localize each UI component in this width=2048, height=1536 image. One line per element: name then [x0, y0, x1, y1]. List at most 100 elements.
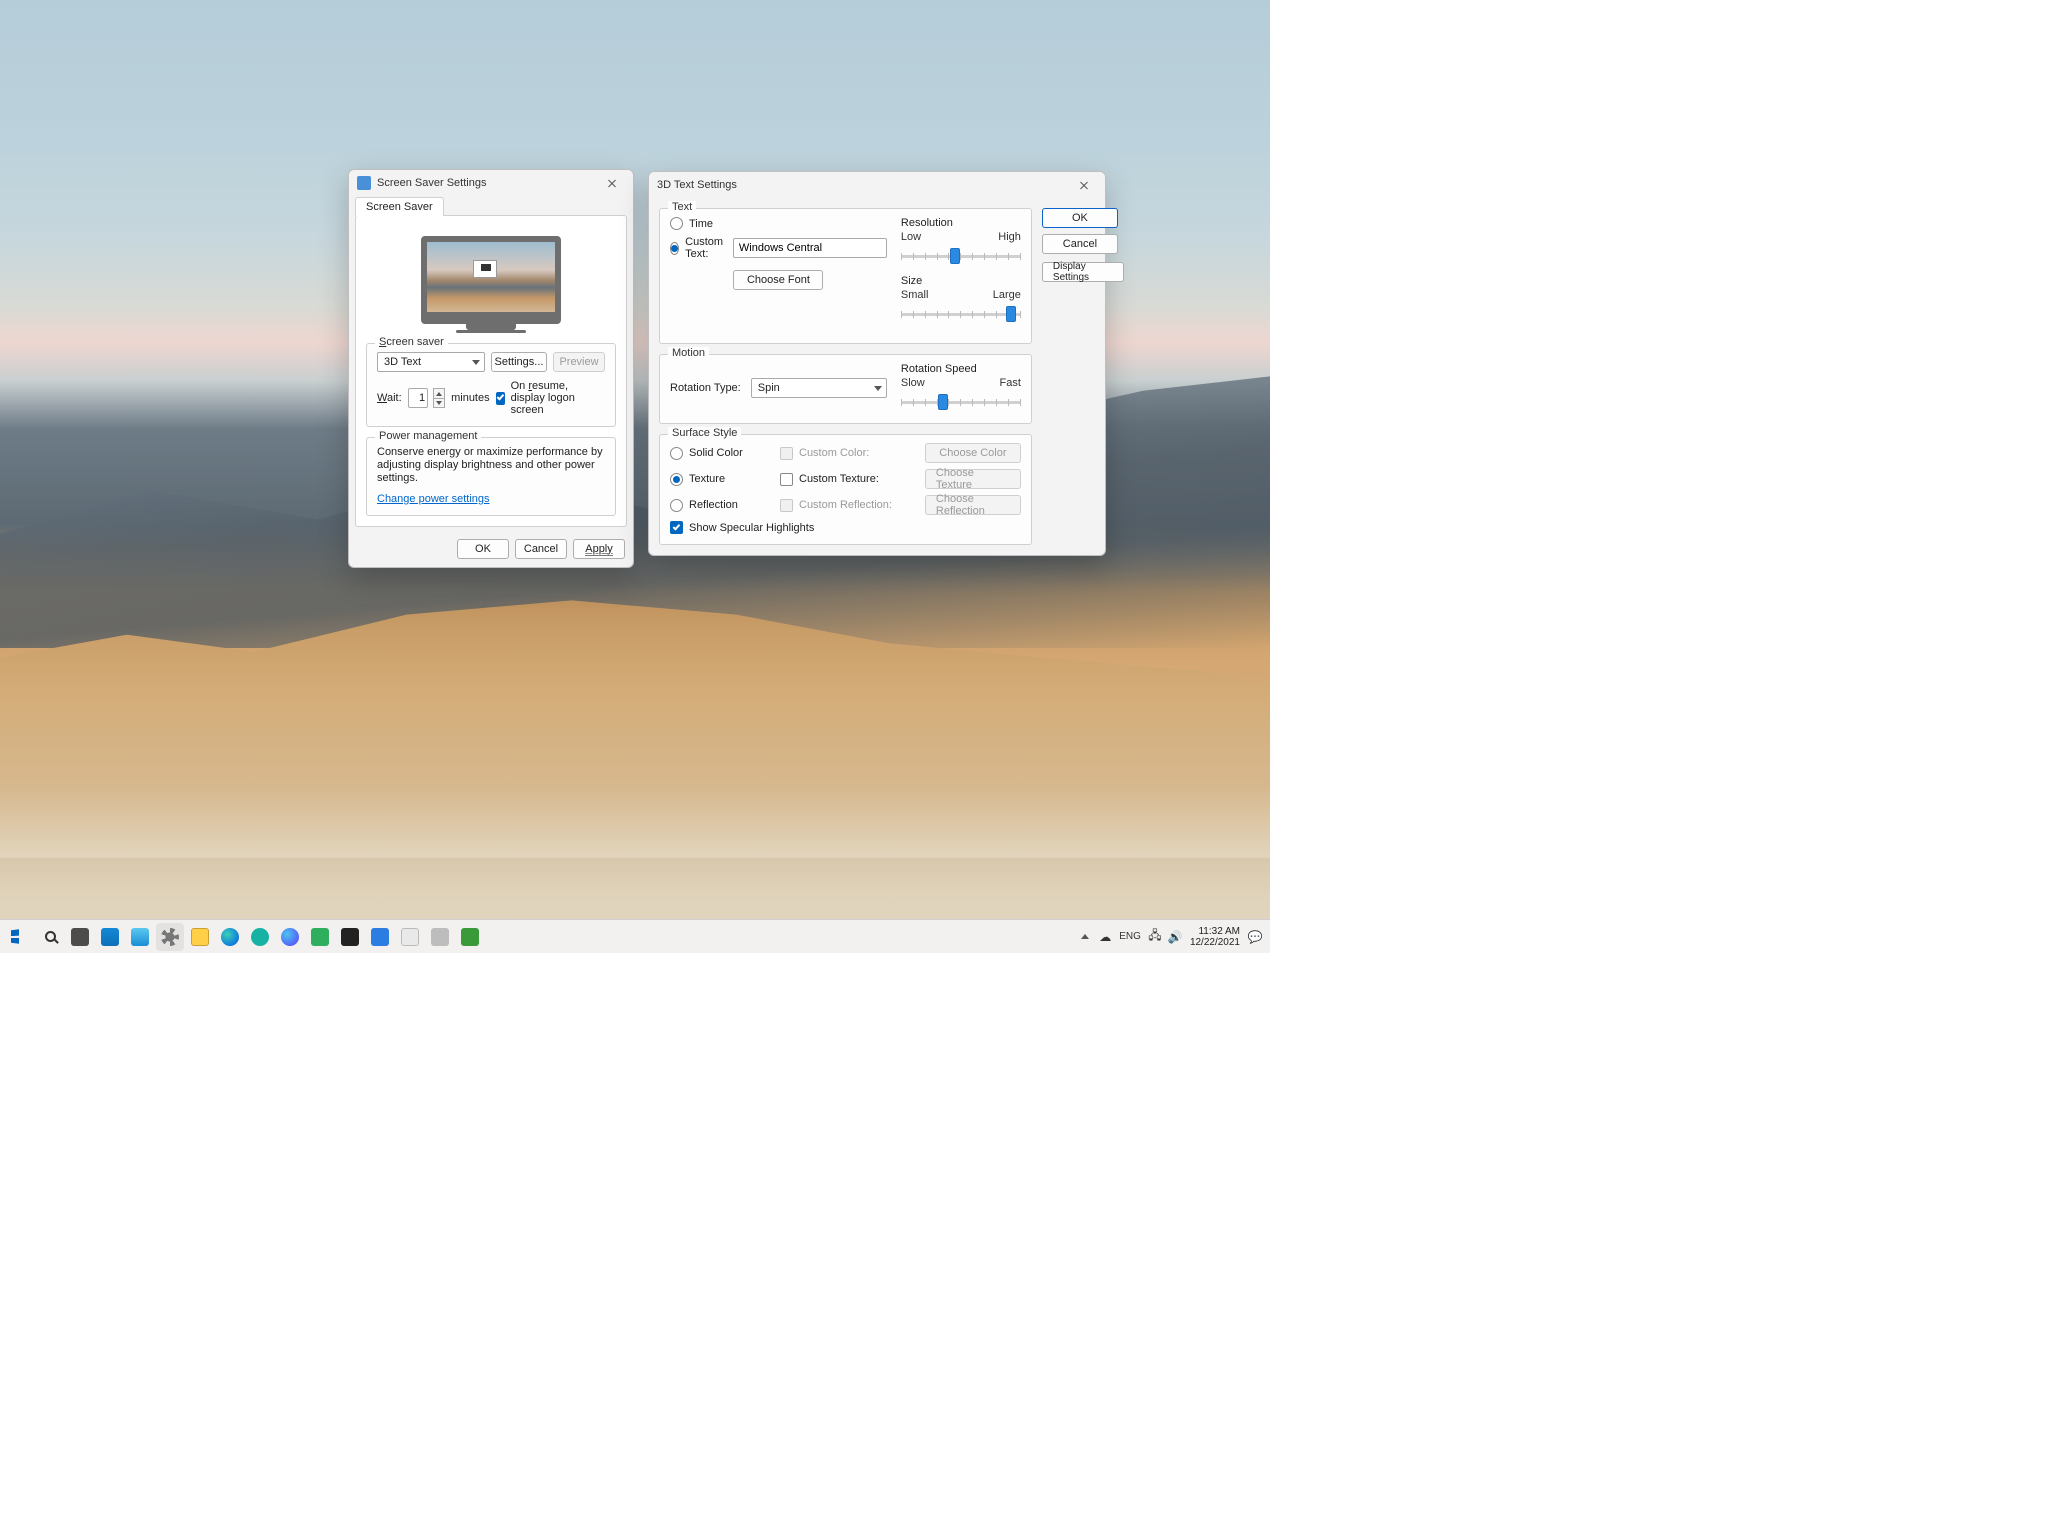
- change-power-settings-link[interactable]: Change power settings: [377, 493, 490, 505]
- app-icon: [281, 928, 299, 946]
- screensaver-app-icon: [357, 176, 371, 190]
- chevron-down-icon: [874, 386, 882, 391]
- tray-time: 11:32 AM: [1190, 926, 1240, 937]
- taskbar-app-7[interactable]: [306, 923, 334, 951]
- screensaver-titlebar[interactable]: Screen Saver Settings: [349, 170, 633, 196]
- slider-thumb[interactable]: [1006, 306, 1016, 322]
- radio-custom-text[interactable]: [670, 242, 679, 255]
- taskbar-app-photos[interactable]: [126, 923, 154, 951]
- taskbar-app-8[interactable]: [366, 923, 394, 951]
- choose-texture-button: Choose Texture: [925, 469, 1021, 489]
- text3d-settings-window: 3D Text Settings Text Time Custom Text:: [648, 171, 1106, 556]
- screensaver-preview-monitor: [421, 236, 561, 333]
- text3d-main-column: Text Time Custom Text: Choose Font: [659, 204, 1032, 545]
- taskbar-app-settings[interactable]: [156, 923, 184, 951]
- taskbar-task-view[interactable]: [66, 923, 94, 951]
- search-icon: [45, 931, 56, 942]
- tab-screen-saver[interactable]: Screen Saver: [355, 197, 444, 216]
- ok-button[interactable]: OK: [457, 539, 509, 559]
- app-icon: [371, 928, 389, 946]
- wait-minutes-input[interactable]: 1: [408, 388, 428, 408]
- taskbar-app-camera[interactable]: [426, 923, 454, 951]
- group-screen-saver-legend: Screen saver: [375, 336, 448, 348]
- check-custom-texture[interactable]: [780, 473, 793, 486]
- text3d-ok-button[interactable]: OK: [1042, 208, 1118, 228]
- text3d-display-settings-button[interactable]: Display Settings: [1042, 262, 1124, 282]
- tray-network[interactable]: 🖧: [1146, 923, 1164, 951]
- text3d-cancel-button[interactable]: Cancel: [1042, 234, 1118, 254]
- screensaver-dialog-buttons: OK Cancel Apply: [349, 533, 633, 567]
- tray-notifications[interactable]: 💬: [1246, 923, 1264, 951]
- wait-minutes-label: minutes: [451, 392, 490, 404]
- tray-clock[interactable]: 11:32 AM 12/22/2021: [1186, 926, 1244, 948]
- spinner-down[interactable]: [433, 398, 445, 408]
- spinner-up[interactable]: [433, 388, 445, 398]
- preview-button[interactable]: Preview: [553, 352, 605, 372]
- group-power-legend: Power management: [375, 430, 481, 442]
- rotation-type-select[interactable]: Spin: [751, 378, 887, 398]
- text3d-titlebar[interactable]: 3D Text Settings: [649, 172, 1105, 198]
- check-specular-highlights[interactable]: [670, 521, 683, 534]
- text3d-title: 3D Text Settings: [657, 179, 737, 191]
- screensaver-close-button[interactable]: [597, 173, 627, 193]
- power-description: Conserve energy or maximize performance …: [377, 446, 605, 485]
- radio-time-label: Time: [689, 218, 713, 230]
- store-icon: [101, 928, 119, 946]
- taskbar-app-terminal[interactable]: [336, 923, 364, 951]
- tray-overflow[interactable]: [1076, 923, 1094, 951]
- chevron-up-icon: [1081, 934, 1089, 939]
- taskbar-app-store[interactable]: [96, 923, 124, 951]
- on-resume-checkbox[interactable]: [496, 392, 505, 405]
- apply-button[interactable]: Apply: [573, 539, 625, 559]
- radio-texture[interactable]: [670, 473, 683, 486]
- screensaver-settings-window: Screen Saver Settings Screen Saver Scree…: [348, 169, 634, 568]
- size-slider[interactable]: [901, 303, 1021, 325]
- chevron-down-icon: [472, 360, 480, 365]
- close-icon: [1079, 180, 1089, 190]
- taskbar-app-6[interactable]: [276, 923, 304, 951]
- screensaver-select[interactable]: 3D Text: [377, 352, 485, 372]
- rotation-speed-slider[interactable]: [901, 391, 1021, 413]
- taskbar-app-5[interactable]: [246, 923, 274, 951]
- cancel-button[interactable]: Cancel: [515, 539, 567, 559]
- slider-thumb[interactable]: [938, 394, 948, 410]
- tray-onedrive[interactable]: ☁: [1096, 923, 1114, 951]
- wait-label: Wait:: [377, 392, 402, 404]
- rotation-type-label: Rotation Type:: [670, 382, 741, 394]
- tray-volume[interactable]: 🔊: [1166, 923, 1184, 951]
- group-surface-legend: Surface Style: [668, 427, 741, 439]
- screensaver-title: Screen Saver Settings: [377, 177, 486, 189]
- camera-icon: [431, 928, 449, 946]
- taskbar-app-9[interactable]: [396, 923, 424, 951]
- taskbar-app-10[interactable]: [456, 923, 484, 951]
- taskbar-app-edge[interactable]: [216, 923, 244, 951]
- choose-font-button[interactable]: Choose Font: [733, 270, 823, 290]
- slider-thumb[interactable]: [950, 248, 960, 264]
- custom-text-input[interactable]: [733, 238, 887, 258]
- group-motion-legend: Motion: [668, 347, 709, 359]
- radio-custom-text-label: Custom Text:: [685, 236, 727, 260]
- screensaver-select-value: 3D Text: [384, 356, 421, 368]
- taskbar-app-explorer[interactable]: [186, 923, 214, 951]
- radio-solid-color[interactable]: [670, 447, 683, 460]
- settings-icon: [161, 928, 179, 946]
- settings-button[interactable]: Settings...: [491, 352, 547, 372]
- radio-reflection[interactable]: [670, 499, 683, 512]
- file-explorer-icon: [191, 928, 209, 946]
- tray-language[interactable]: ENG: [1116, 923, 1144, 951]
- text3d-button-column: OK Cancel Display Settings: [1042, 204, 1122, 545]
- app-icon: [251, 928, 269, 946]
- app-icon: [461, 928, 479, 946]
- radio-time[interactable]: [670, 217, 683, 230]
- on-resume-label: On resume, display logon screen: [511, 380, 605, 416]
- close-icon: [607, 178, 617, 188]
- taskbar-search[interactable]: [36, 923, 64, 951]
- text3d-close-button[interactable]: [1069, 175, 1099, 195]
- resolution-slider[interactable]: [901, 245, 1021, 267]
- wait-spinner[interactable]: [433, 388, 445, 408]
- choose-reflection-button: Choose Reflection: [925, 495, 1021, 515]
- group-surface-style: Surface Style Solid Color Custom Color: …: [659, 434, 1032, 545]
- size-label: Size: [901, 275, 1021, 287]
- taskbar: ☁ ENG 🖧 🔊 11:32 AM 12/22/2021 💬: [0, 919, 1270, 953]
- start-button[interactable]: [6, 923, 34, 951]
